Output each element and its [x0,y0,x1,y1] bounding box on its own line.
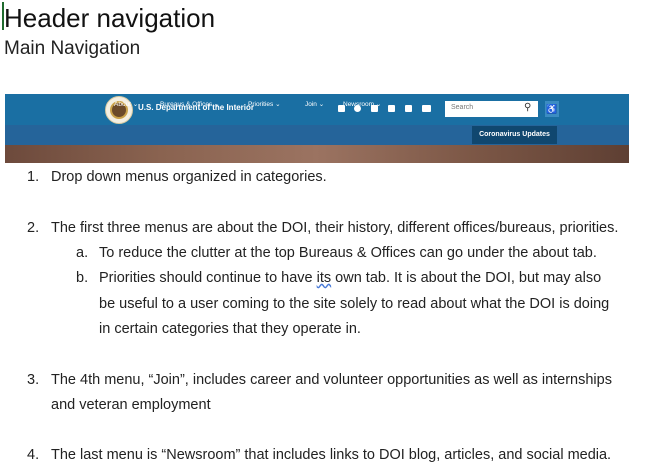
list-item-1: Drop down menus organized in categories. [51,169,327,185]
hero-image-strip [5,145,629,163]
document-heading: Header navigation [4,3,216,33]
accessibility-icon: ♿ [545,101,559,117]
list-item-3-line1: The 4th menu, “Join”, includes career an… [51,372,612,388]
website-header-screenshot: U.S. Department of the Interior Search ⚲… [5,94,629,163]
sublist-item-b-line2: be useful to a user coming to the site s… [99,296,610,312]
sublist-item-b-line1: Priorities should continue to have its o… [99,270,602,286]
search-icon: ⚲ [524,102,532,113]
spellcheck-word: its [316,270,332,286]
nav-about: About ⌄ [114,101,139,108]
nav-newsroom: Newsroom ⌄ [343,101,382,108]
list-item-3-line2: and veteran employment [51,397,211,413]
list-number-1: 1. [27,169,40,185]
list-item-2: The first three menus are about the DOI,… [51,220,619,236]
youtube-icon [422,105,431,112]
coronavirus-updates-button: Coronavirus Updates [472,126,557,144]
nav-join: Join ⌄ [305,101,325,108]
list-number-4: 4. [27,447,40,463]
document-subheading: Main Navigation [4,38,141,59]
sublist-letter-b: b. [76,270,89,286]
list-number-3: 3. [27,372,40,388]
sublist-letter-a: a. [76,245,89,261]
flickr-icon [405,105,412,112]
site-search-input[interactable]: Search ⚲ [445,101,538,117]
nav-priorities: Priorities ⌄ [248,101,281,108]
search-placeholder: Search [451,104,474,111]
list-number-2: 2. [27,220,40,236]
tumblr-icon [388,105,395,112]
list-item-4: The last menu is “Newsroom” that include… [51,447,612,463]
nav-bureaus-offices: Bureaus & Offices ⌄ [160,101,220,108]
sublist-item-b-line3: in certain categories that they operate … [99,321,361,337]
sublist-item-a: To reduce the clutter at the top Bureaus… [99,245,597,261]
